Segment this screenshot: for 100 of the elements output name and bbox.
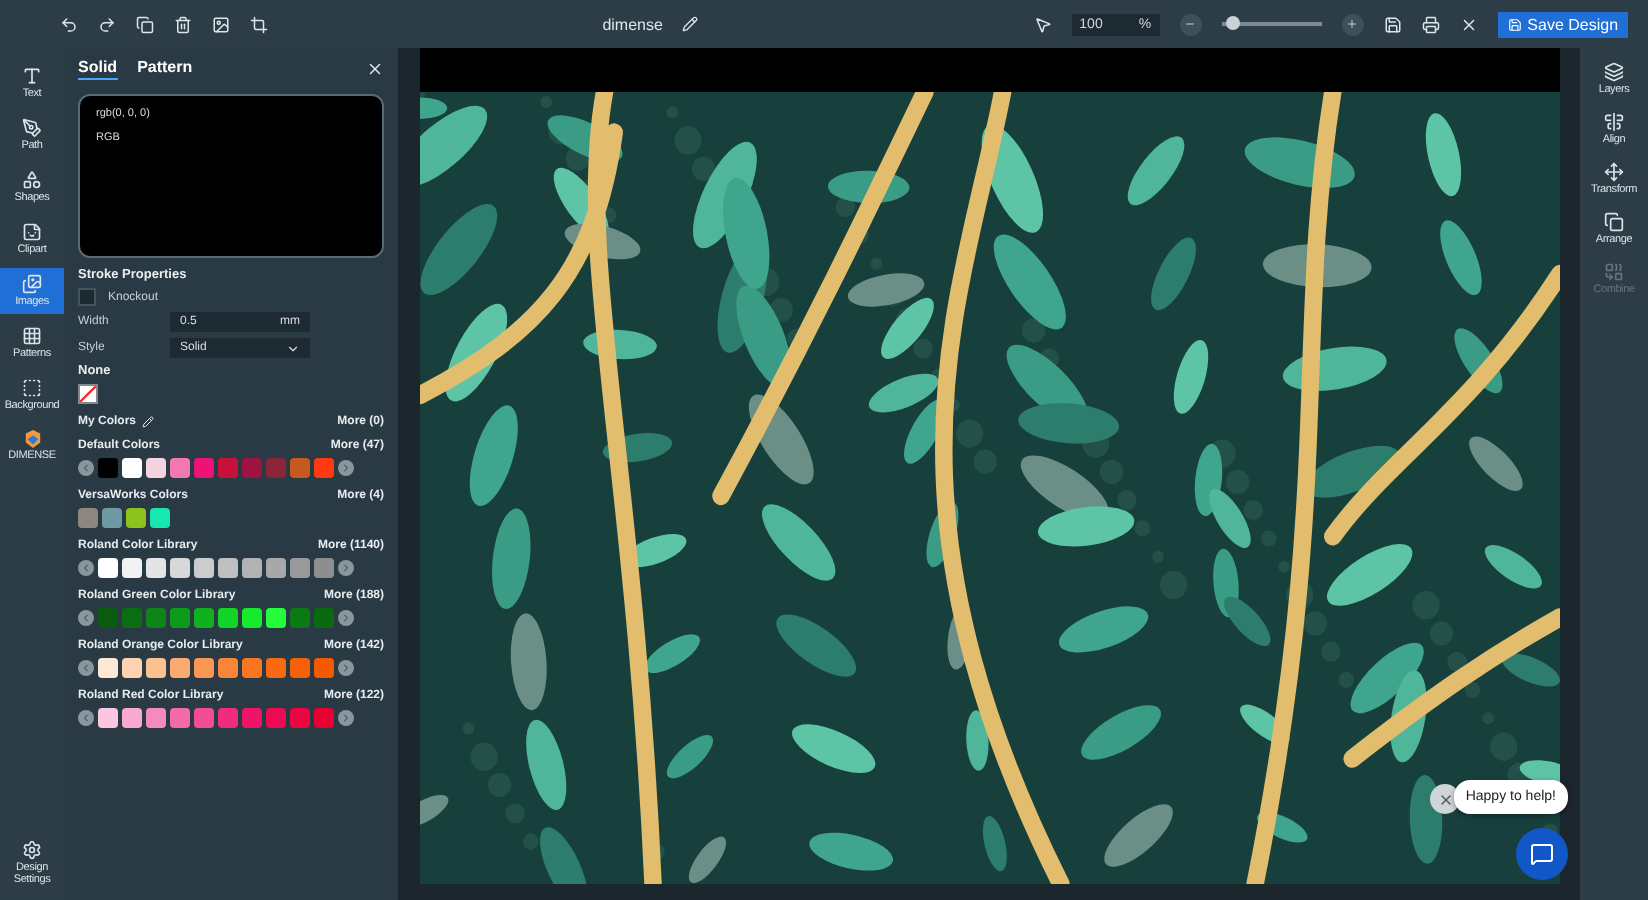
color-swatch[interactable] <box>290 558 310 578</box>
color-swatch[interactable] <box>194 458 214 478</box>
color-swatch[interactable] <box>266 658 286 678</box>
color-swatch[interactable] <box>242 658 262 678</box>
zoom-in-button[interactable] <box>1341 13 1364 35</box>
color-swatch[interactable] <box>194 608 214 628</box>
color-swatch[interactable] <box>242 558 262 578</box>
combine-icon <box>1604 262 1624 282</box>
color-swatch[interactable] <box>290 658 310 678</box>
color-swatch[interactable] <box>146 608 166 628</box>
scroll-right-icon[interactable] <box>338 660 354 676</box>
logo-icon <box>23 430 41 448</box>
rename-button[interactable] <box>682 16 699 32</box>
color-swatch[interactable] <box>122 658 142 678</box>
color-swatch[interactable] <box>98 608 118 628</box>
no-color-swatch[interactable] <box>78 384 98 404</box>
color-swatch[interactable] <box>98 708 118 728</box>
color-swatch[interactable] <box>218 708 238 728</box>
color-swatch[interactable] <box>98 558 118 578</box>
color-swatch[interactable] <box>290 608 310 628</box>
color-swatch[interactable] <box>314 558 334 578</box>
color-swatch[interactable] <box>194 658 214 678</box>
delete-button[interactable] <box>174 15 192 33</box>
scroll-left-icon[interactable] <box>78 610 94 626</box>
frame-icon <box>22 378 42 398</box>
sticker-icon <box>22 222 42 242</box>
color-swatch[interactable] <box>194 558 214 578</box>
scroll-right-icon[interactable] <box>338 560 354 576</box>
color-swatch[interactable] <box>218 558 238 578</box>
crop-button[interactable] <box>250 15 268 33</box>
scroll-left-icon[interactable] <box>78 460 94 476</box>
color-swatch[interactable] <box>218 608 238 628</box>
color-swatch[interactable] <box>146 458 166 478</box>
color-swatch[interactable] <box>122 458 142 478</box>
color-swatch[interactable] <box>146 558 166 578</box>
slider-thumb[interactable] <box>1225 16 1240 30</box>
color-swatch[interactable] <box>266 608 286 628</box>
select-button[interactable] <box>1033 15 1052 33</box>
tab[interactable]: Solid <box>78 56 118 80</box>
layers-icon <box>1604 62 1624 82</box>
color-swatch[interactable] <box>170 608 190 628</box>
color-swatch[interactable] <box>122 708 142 728</box>
color-swatch[interactable] <box>170 658 190 678</box>
scroll-right-icon[interactable] <box>338 460 354 476</box>
color-swatch[interactable] <box>122 608 142 628</box>
scroll-left-icon[interactable] <box>78 710 94 726</box>
color-swatch[interactable] <box>170 458 190 478</box>
color-swatch[interactable] <box>78 508 98 528</box>
close-button[interactable] <box>1459 15 1478 33</box>
scroll-right-icon[interactable] <box>338 610 354 626</box>
color-swatch[interactable] <box>266 458 286 478</box>
knockout-checkbox[interactable] <box>78 288 96 306</box>
move-icon <box>1604 162 1624 182</box>
color-swatch[interactable] <box>242 458 262 478</box>
color-swatch[interactable] <box>98 658 118 678</box>
settings-icon <box>22 840 42 860</box>
save-design-button[interactable]: Save Design <box>1497 11 1629 37</box>
close-button[interactable] <box>366 59 384 77</box>
text-icon <box>22 66 42 86</box>
edit-icon[interactable] <box>142 416 155 428</box>
scroll-left-icon[interactable] <box>78 560 94 576</box>
color-swatch[interactable] <box>314 658 334 678</box>
color-swatch[interactable] <box>102 508 122 528</box>
color-swatch[interactable] <box>146 708 166 728</box>
color-swatch[interactable] <box>170 558 190 578</box>
color-swatch[interactable] <box>314 708 334 728</box>
scroll-left-icon[interactable] <box>78 660 94 676</box>
arrange-icon <box>1604 212 1624 232</box>
close-icon <box>1437 791 1453 807</box>
color-swatch[interactable] <box>266 558 286 578</box>
redo-button[interactable] <box>98 15 116 33</box>
tab[interactable]: Pattern <box>137 56 193 80</box>
color-swatch[interactable] <box>242 608 262 628</box>
scroll-right-icon[interactable] <box>338 710 354 726</box>
document-name: dimense <box>602 15 663 33</box>
images-icon <box>22 274 42 294</box>
color-swatch[interactable] <box>218 658 238 678</box>
zoom-out-button[interactable] <box>1179 13 1202 35</box>
color-swatch[interactable] <box>290 458 310 478</box>
print-button[interactable] <box>1421 15 1440 33</box>
color-swatch[interactable] <box>126 508 146 528</box>
color-swatch[interactable] <box>314 608 334 628</box>
image-button[interactable] <box>212 15 230 33</box>
color-swatch[interactable] <box>194 708 214 728</box>
color-swatch[interactable] <box>290 708 310 728</box>
duplicate-button[interactable] <box>136 15 154 33</box>
color-swatch[interactable] <box>218 458 238 478</box>
color-swatch[interactable] <box>314 458 334 478</box>
color-swatch[interactable] <box>122 558 142 578</box>
pen-icon <box>22 118 42 138</box>
color-swatch[interactable] <box>98 458 118 478</box>
color-swatch[interactable] <box>146 658 166 678</box>
color-swatch[interactable] <box>242 708 262 728</box>
color-swatch[interactable] <box>170 708 190 728</box>
chat-icon <box>1530 842 1554 866</box>
align-icon <box>1604 112 1624 132</box>
save-button[interactable] <box>1383 15 1402 33</box>
color-swatch[interactable] <box>266 708 286 728</box>
color-swatch[interactable] <box>150 508 170 528</box>
undo-button[interactable] <box>60 15 78 33</box>
